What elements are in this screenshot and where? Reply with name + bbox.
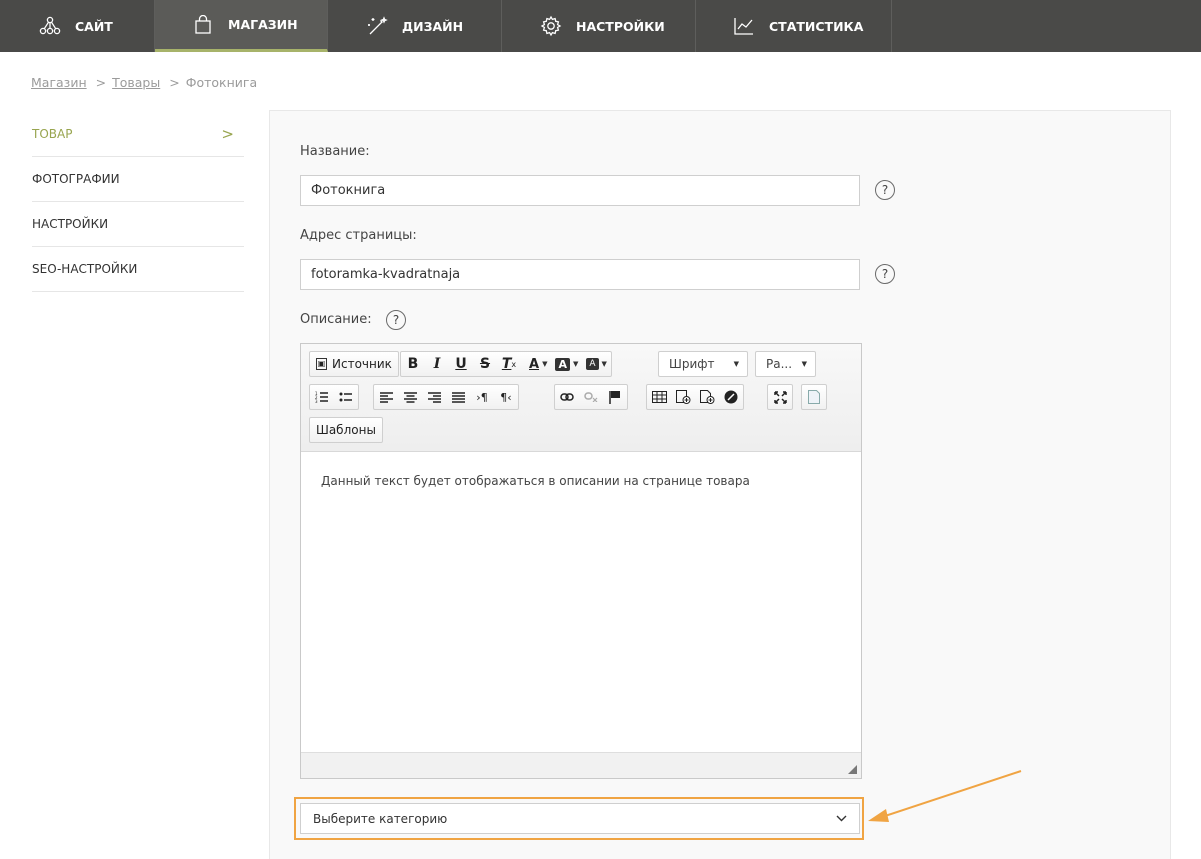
sidebar-item-settings[interactable]: НАСТРОЙКИ <box>32 202 244 247</box>
nav-spacer <box>892 0 1201 52</box>
templates-button[interactable]: Шаблоны <box>310 418 382 442</box>
sidebar-item-photos[interactable]: ФОТОГРАФИИ <box>32 157 244 202</box>
line-chart-icon <box>733 15 755 37</box>
rtl-icon[interactable]: ¶‹ <box>494 385 518 409</box>
maximize-icon[interactable] <box>768 385 792 409</box>
format-group: B I U S Tx A ▼ A ▼ A ▼ <box>400 351 612 377</box>
shopping-bag-icon <box>192 14 214 36</box>
chevron-down-icon: ▼ <box>801 360 807 368</box>
nav-label-shop: МАГАЗИН <box>228 17 298 32</box>
nav-item-statistics[interactable]: СТАТИСТИКА <box>696 0 892 52</box>
description-label: Описание: <box>300 312 372 327</box>
breadcrumb-separator: > <box>95 75 107 90</box>
chevron-right-icon: > <box>221 125 234 143</box>
breadcrumb-shop[interactable]: Магазин <box>31 75 87 90</box>
document-group <box>801 384 827 410</box>
templates-group: Шаблоны <box>309 417 383 443</box>
anchor-flag-icon[interactable] <box>603 385 627 409</box>
unlink-icon <box>579 385 603 409</box>
sidebar-item-label: SEO-НАСТРОЙКИ <box>32 262 138 276</box>
help-icon[interactable]: ? <box>875 180 895 200</box>
magic-wand-icon <box>366 15 388 37</box>
table-icon[interactable] <box>647 385 671 409</box>
source-button[interactable]: ▣ Источник <box>310 352 398 376</box>
sidebar: ТОВАР > ФОТОГРАФИИ НАСТРОЙКИ SEO-НАСТРОЙ… <box>32 112 244 292</box>
breadcrumb: Магазин > Товары > Фотокнига <box>31 75 257 90</box>
nav-label-site: САЙТ <box>75 18 113 34</box>
remove-format-icon[interactable]: Tx <box>497 352 521 376</box>
sidebar-item-label: НАСТРОЙКИ <box>32 217 109 231</box>
nav-item-settings[interactable]: НАСТРОЙКИ <box>502 0 696 52</box>
source-group: ▣ Источник <box>309 351 399 377</box>
link-icon[interactable] <box>555 385 579 409</box>
ltr-icon[interactable]: ›¶ <box>470 385 494 409</box>
highlight-icon[interactable]: A ▼ <box>582 352 611 376</box>
breadcrumb-products[interactable]: Товары <box>112 75 160 90</box>
rich-text-editor: ▣ Источник B I U S Tx A ▼ A ▼ A ▼ Шрифт ▼ Ра… <box>300 343 862 779</box>
breadcrumb-current: Фотокнига <box>185 75 258 90</box>
category-placeholder: Выберите категорию <box>313 811 448 826</box>
insert-image-icon[interactable] <box>671 385 695 409</box>
list-group: 123 <box>309 384 359 410</box>
align-right-icon[interactable] <box>422 385 446 409</box>
bold-button[interactable]: B <box>401 352 425 376</box>
editor-content[interactable]: Данный текст будет отображаться в описан… <box>301 452 861 752</box>
nav-label-statistics: СТАТИСТИКА <box>769 18 864 34</box>
breadcrumb-separator: > <box>169 75 180 90</box>
chevron-down-icon: ▼ <box>733 360 739 368</box>
gear-icon <box>540 15 562 37</box>
italic-button[interactable]: I <box>425 352 449 376</box>
sitemap-icon <box>39 15 61 37</box>
insert-group <box>646 384 744 410</box>
maximize-group <box>767 384 793 410</box>
name-input[interactable]: Фотокнига <box>300 175 860 206</box>
svg-text:3: 3 <box>315 399 318 403</box>
help-icon[interactable]: ? <box>875 264 895 284</box>
name-label: Название: <box>300 144 370 159</box>
sidebar-item-label: ФОТОГРАФИИ <box>32 172 120 186</box>
help-icon[interactable]: ? <box>386 310 406 330</box>
url-input[interactable]: fotoramka-kvadratnaja <box>300 259 860 290</box>
align-center-icon[interactable] <box>398 385 422 409</box>
strike-button[interactable]: S <box>473 352 497 376</box>
nav-item-design[interactable]: ДИЗАЙН <box>328 0 502 52</box>
document-icon[interactable] <box>802 385 826 409</box>
numbered-list-icon[interactable]: 123 <box>310 385 334 409</box>
font-select[interactable]: Шрифт ▼ <box>658 351 748 377</box>
editor-toolbar: ▣ Источник B I U S Tx A ▼ A ▼ A ▼ Шрифт ▼ Ра… <box>301 344 861 452</box>
bullet-list-icon[interactable] <box>334 385 358 409</box>
nav-item-site[interactable]: САЙТ <box>0 0 155 52</box>
bg-color-icon[interactable]: A ▼ <box>551 352 582 376</box>
nav-label-settings: НАСТРОЙКИ <box>576 18 665 34</box>
align-left-icon[interactable] <box>374 385 398 409</box>
underline-button[interactable]: U <box>449 352 473 376</box>
sidebar-item-product[interactable]: ТОВАР > <box>32 112 244 157</box>
nav-label-design: ДИЗАЙН <box>402 18 464 34</box>
align-justify-icon[interactable] <box>446 385 470 409</box>
nav-item-shop[interactable]: МАГАЗИН <box>155 0 328 52</box>
category-select[interactable]: Выберите категорию <box>300 803 860 834</box>
insert-file-icon[interactable] <box>695 385 719 409</box>
top-navigation: САЙТ МАГАЗИН ДИЗАЙН НАСТРОЙКИ СТАТИСТИКА <box>0 0 1201 52</box>
widget-icon[interactable] <box>719 385 743 409</box>
source-icon: ▣ <box>316 358 327 370</box>
editor-status-bar <box>301 752 861 778</box>
text-color-icon[interactable]: A ▼ <box>525 352 551 376</box>
sidebar-item-seo[interactable]: SEO-НАСТРОЙКИ <box>32 247 244 292</box>
resize-handle-icon[interactable] <box>848 765 857 774</box>
size-select[interactable]: Ра... ▼ <box>755 351 816 377</box>
url-label: Адрес страницы: <box>300 228 417 243</box>
align-group: ›¶ ¶‹ <box>373 384 519 410</box>
chevron-down-icon <box>836 815 847 822</box>
link-group <box>554 384 628 410</box>
sidebar-item-label: ТОВАР <box>32 127 73 141</box>
